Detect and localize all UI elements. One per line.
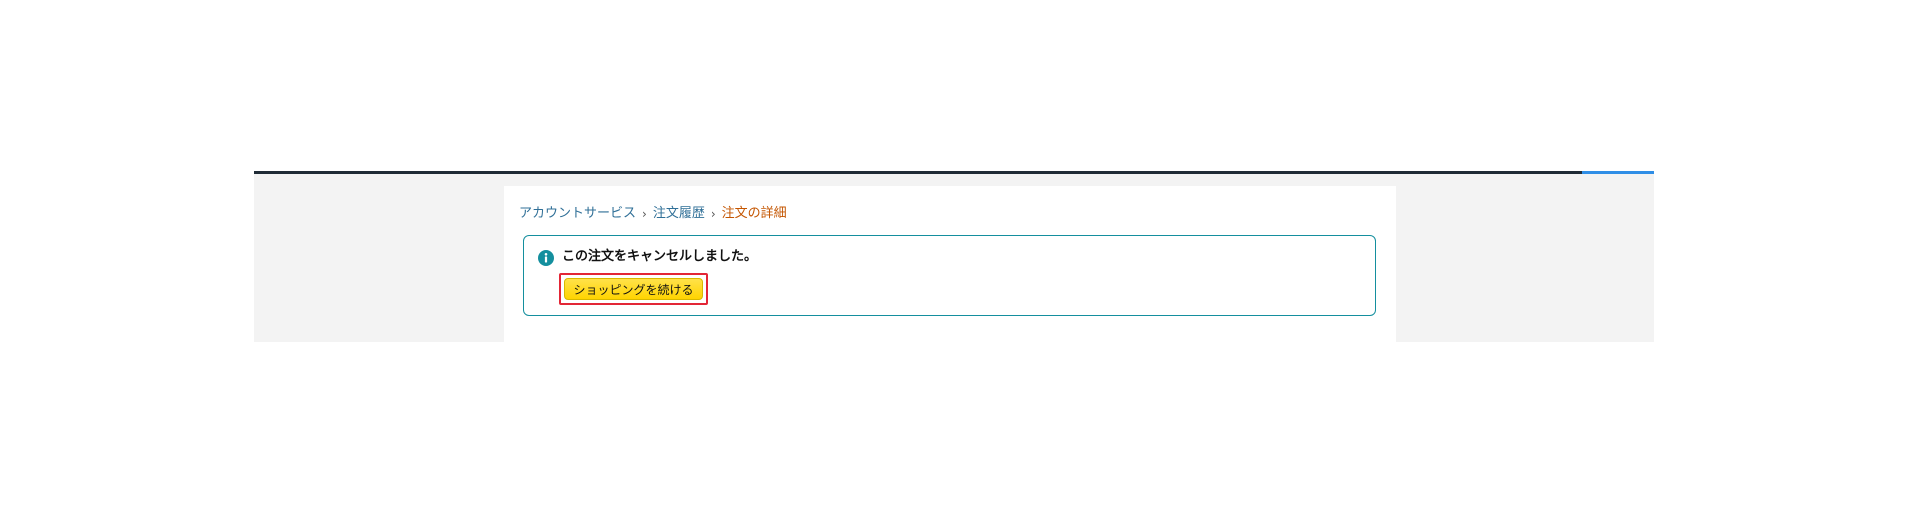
info-icon <box>538 250 554 266</box>
breadcrumb-separator-icon: › <box>710 207 716 221</box>
cancellation-alert: この注文をキャンセルしました。 ショッピングを続ける <box>523 235 1376 316</box>
breadcrumb-item-account-service[interactable]: アカウントサービス <box>519 204 636 224</box>
breadcrumb-separator-icon: › <box>642 207 647 221</box>
breadcrumb-item-order-details: 注文の詳細 <box>721 206 787 221</box>
continue-shopping-highlight[interactable]: ショッピングを続ける <box>559 273 708 305</box>
alert-message: この注文をキャンセルしました。 <box>562 249 758 264</box>
breadcrumb: アカウントサービス › 注文履歴 › 注文の詳細 <box>519 204 787 224</box>
breadcrumb-item-order-history[interactable]: 注文履歴 <box>653 204 705 224</box>
continue-shopping-button[interactable]: ショッピングを続ける <box>564 278 703 300</box>
